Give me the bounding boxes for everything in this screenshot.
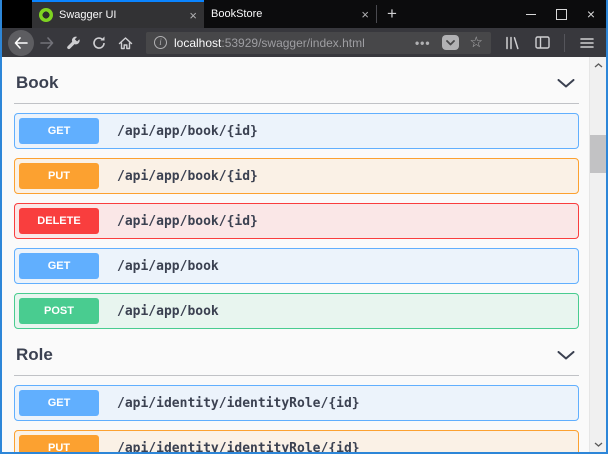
library-icon	[504, 36, 520, 50]
forward-arrow-icon	[40, 37, 54, 49]
chevron-down-icon[interactable]	[557, 79, 575, 88]
method-badge: PUT	[19, 163, 99, 189]
scroll-up-icon	[594, 63, 603, 68]
url-text[interactable]: localhost:53929/swagger/index.html	[174, 36, 365, 50]
back-button[interactable]	[8, 30, 34, 56]
swagger-favicon-icon	[39, 8, 53, 22]
api-section: Book GET /api/app/book/{id} PUT /api/app…	[14, 73, 579, 329]
scrollbar-thumb[interactable]	[590, 135, 606, 173]
tab-close-icon[interactable]: ×	[189, 9, 197, 22]
section-header[interactable]: Book	[14, 73, 579, 93]
toolbar-separator	[564, 34, 565, 52]
endpoint-path: /api/app/book	[117, 304, 219, 319]
page-actions-button[interactable]: •••	[415, 36, 431, 50]
vertical-scrollbar[interactable]	[589, 57, 606, 452]
sidebar-toggle-button[interactable]	[529, 30, 555, 56]
pocket-chevron-icon	[446, 40, 455, 46]
navigation-toolbar: i localhost:53929/swagger/index.html •••…	[2, 28, 606, 57]
minimize-icon	[526, 14, 536, 15]
endpoint-row[interactable]: DELETE /api/app/book/{id}	[14, 203, 579, 239]
endpoint-path: /api/app/book/{id}	[117, 214, 258, 229]
pocket-save-icon[interactable]	[442, 35, 459, 50]
scroll-down-button[interactable]	[590, 436, 606, 452]
back-arrow-icon	[14, 37, 28, 49]
tab-title: Swagger UI	[59, 9, 185, 21]
minimize-button[interactable]	[516, 0, 546, 28]
hamburger-menu-icon	[580, 37, 594, 49]
url-path: :53929/swagger/index.html	[221, 36, 364, 50]
tab-bookstore[interactable]: BookStore ×	[204, 0, 376, 28]
endpoint-path: /api/app/book/{id}	[117, 169, 258, 184]
endpoint-row[interactable]: PUT /api/app/book/{id}	[14, 158, 579, 194]
maximize-button[interactable]	[546, 0, 576, 28]
close-icon: ×	[587, 7, 595, 21]
tab-bar: Swagger UI × BookStore × + ×	[2, 0, 606, 28]
endpoint-row[interactable]: GET /api/app/book	[14, 248, 579, 284]
section-title: Book	[16, 73, 59, 93]
method-badge: DELETE	[19, 208, 99, 234]
endpoint-row[interactable]: PUT /api/identity/identityRole/{id}	[14, 430, 579, 452]
section-divider	[14, 103, 579, 104]
method-badge: PUT	[19, 435, 99, 452]
sidebar-icon	[535, 36, 550, 49]
section-divider	[14, 375, 579, 376]
menu-button[interactable]	[574, 30, 600, 56]
url-bar[interactable]: i localhost:53929/swagger/index.html •••…	[146, 32, 491, 54]
tools-wrench-button[interactable]	[60, 30, 86, 56]
endpoint-row[interactable]: POST /api/app/book	[14, 293, 579, 329]
endpoint-list: GET /api/identity/identityRole/{id} PUT …	[14, 385, 579, 452]
section-header[interactable]: Role	[14, 345, 579, 365]
titlebar-drag-area	[407, 0, 516, 28]
bookmark-star-icon[interactable]: ☆	[470, 35, 483, 50]
endpoint-path: /api/identity/identityRole/{id}	[117, 441, 360, 453]
endpoint-path: /api/identity/identityRole/{id}	[117, 396, 360, 411]
endpoint-row[interactable]: GET /api/identity/identityRole/{id}	[14, 385, 579, 421]
tab-swagger-ui[interactable]: Swagger UI ×	[32, 0, 204, 28]
url-host: localhost	[174, 36, 221, 50]
site-info-icon[interactable]: i	[154, 36, 167, 49]
method-badge: POST	[19, 298, 99, 324]
scroll-down-icon	[594, 442, 603, 447]
home-icon	[118, 36, 133, 50]
endpoint-path: /api/app/book	[117, 259, 219, 274]
maximize-icon	[556, 9, 567, 20]
tab-close-icon[interactable]: ×	[361, 8, 369, 21]
titlebar-corner	[2, 0, 32, 28]
scroll-up-button[interactable]	[590, 57, 606, 73]
library-button[interactable]	[499, 30, 525, 56]
reload-icon	[92, 36, 106, 50]
page-content: Book GET /api/app/book/{id} PUT /api/app…	[2, 57, 606, 452]
method-badge: GET	[19, 390, 99, 416]
home-button[interactable]	[112, 30, 138, 56]
chevron-down-icon[interactable]	[557, 351, 575, 360]
method-badge: GET	[19, 253, 99, 279]
method-badge: GET	[19, 118, 99, 144]
endpoint-path: /api/app/book/{id}	[117, 124, 258, 139]
reload-button[interactable]	[86, 30, 112, 56]
endpoint-row[interactable]: GET /api/app/book/{id}	[14, 113, 579, 149]
browser-window: Swagger UI × BookStore × + ×	[0, 0, 608, 454]
tab-title: BookStore	[211, 8, 357, 20]
section-title: Role	[16, 345, 53, 365]
endpoint-list: GET /api/app/book/{id} PUT /api/app/book…	[14, 113, 579, 329]
new-tab-button[interactable]: +	[377, 0, 407, 28]
close-window-button[interactable]: ×	[576, 0, 606, 28]
api-section: Role GET /api/identity/identityRole/{id}…	[14, 345, 579, 452]
forward-button[interactable]	[34, 30, 60, 56]
swagger-sections: Book GET /api/app/book/{id} PUT /api/app…	[2, 57, 589, 452]
wrench-icon	[66, 36, 80, 50]
